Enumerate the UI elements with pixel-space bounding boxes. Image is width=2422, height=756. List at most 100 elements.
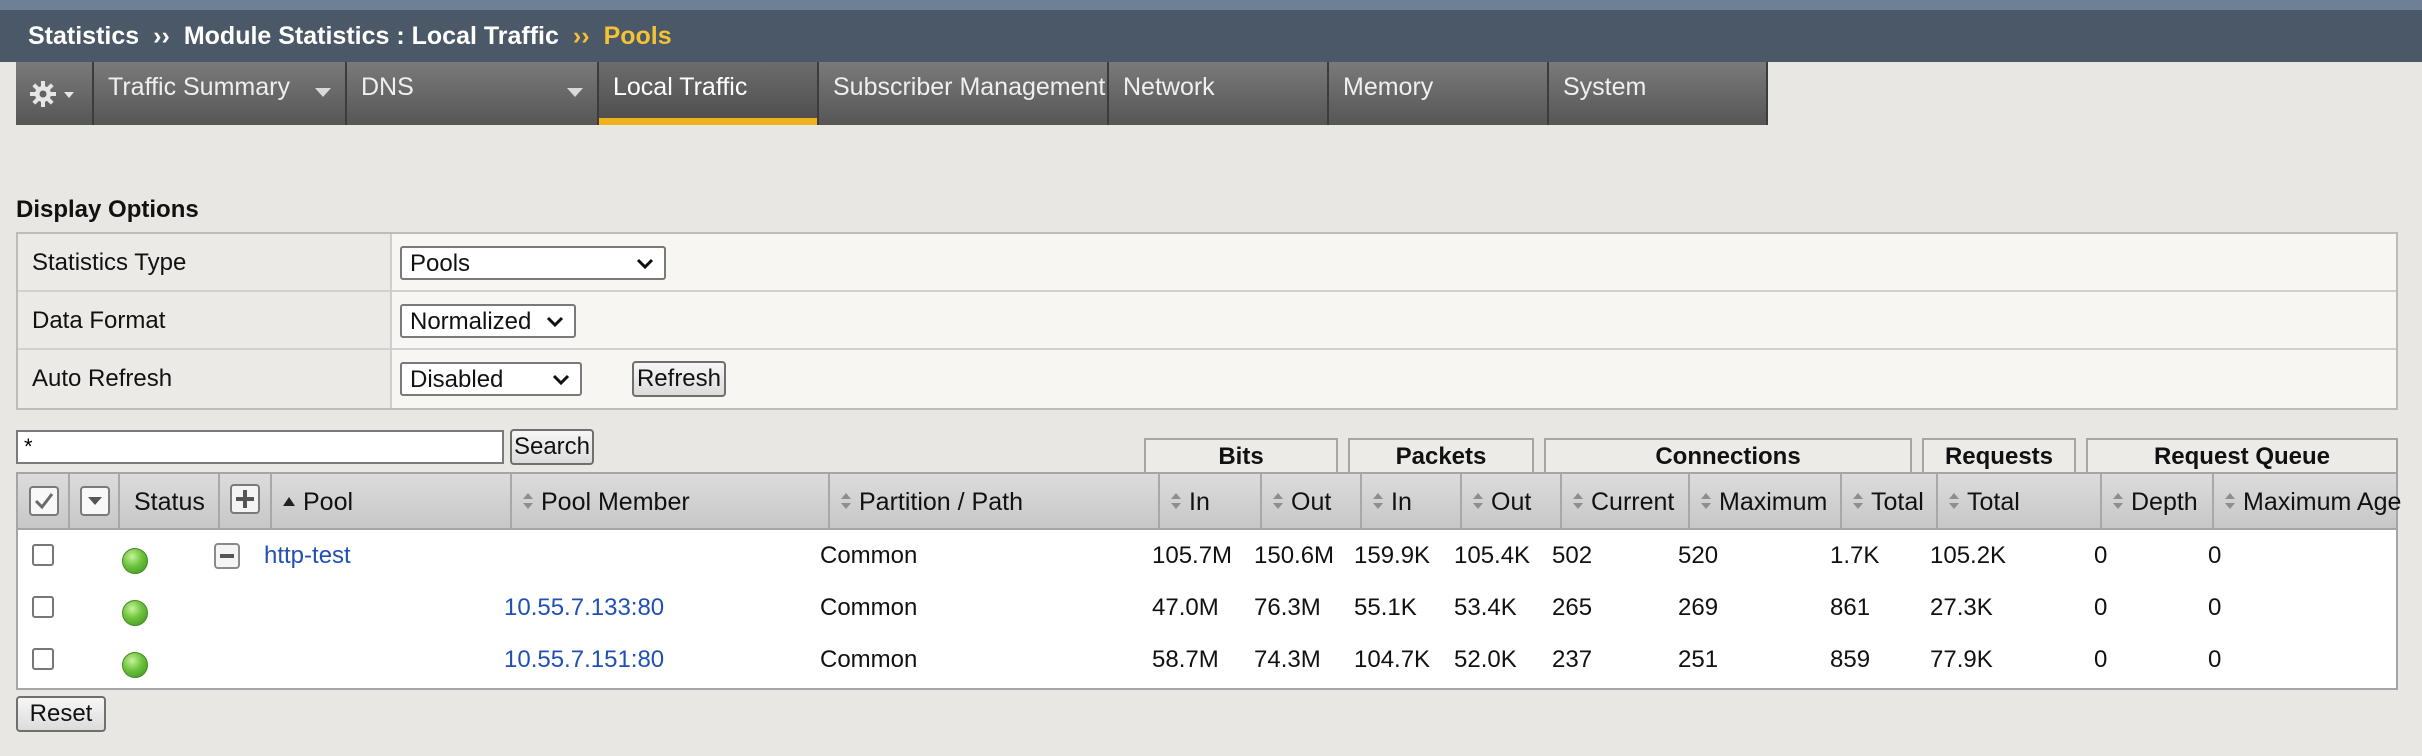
row-checkbox[interactable]	[32, 648, 54, 670]
breadcrumb: Statistics ›› Module Statistics : Local …	[0, 0, 2422, 62]
column-label: Depth	[2131, 488, 2198, 516]
packets-in-cell: 55.1K	[1354, 594, 1417, 621]
statistics-type-select[interactable]: Pools	[400, 246, 666, 280]
queue-depth-cell: 0	[2094, 646, 2108, 673]
breadcrumb-section[interactable]: Module Statistics : Local Traffic	[184, 22, 559, 51]
bits-out-cell: 76.3M	[1254, 594, 1321, 621]
group-header-requests: Requests	[1922, 438, 2076, 472]
tab-bar: Traffic Summary DNS Local Traffic Subscr…	[0, 62, 2422, 125]
group-header-packets: Packets	[1348, 438, 1534, 472]
tab-label: Local Traffic	[613, 73, 748, 101]
partition-cell: Common	[820, 542, 918, 569]
chevron-down-icon[interactable]	[315, 88, 331, 97]
column-partition-path[interactable]: Partition / Path	[830, 474, 1160, 528]
breadcrumb-current: Pools	[603, 21, 672, 50]
column-label: In	[1189, 488, 1210, 516]
connections-current-cell: 502	[1552, 542, 1593, 569]
pool-name-link[interactable]: http-test	[264, 530, 351, 582]
column-packets-out[interactable]: Out	[1462, 474, 1562, 528]
column-bits-in[interactable]: In	[1160, 474, 1262, 528]
auto-refresh-label: Auto Refresh	[18, 350, 392, 408]
data-format-select[interactable]: Normalized	[400, 304, 576, 338]
column-label: In	[1391, 488, 1412, 516]
bits-in-cell: 47.0M	[1152, 594, 1219, 621]
column-pool-member[interactable]: Pool Member	[512, 474, 830, 528]
data-format-row: Data Format Normalized	[18, 292, 2396, 350]
chevron-down-icon	[546, 316, 564, 328]
search-button[interactable]: Search	[510, 429, 594, 465]
tab-traffic-summary[interactable]: Traffic Summary	[94, 62, 347, 125]
column-connections-current[interactable]: Current	[1562, 474, 1690, 528]
tab-label: Traffic Summary	[108, 73, 290, 101]
statistics-type-row: Statistics Type Pools	[18, 234, 2396, 292]
connections-total-cell: 859	[1830, 646, 1871, 673]
column-label: Out	[1491, 488, 1532, 516]
column-queue-depth[interactable]: Depth	[2102, 474, 2214, 528]
sort-icon	[1273, 493, 1283, 510]
select-all-checkbox[interactable]	[29, 486, 59, 516]
tab-system[interactable]: System	[1549, 62, 1768, 125]
column-label: Total	[1871, 488, 1924, 516]
column-connections-total[interactable]: Total	[1842, 474, 1938, 528]
row-checkbox[interactable]	[32, 596, 54, 618]
column-pool[interactable]: Pool	[272, 474, 512, 528]
tab-label: Memory	[1343, 73, 1434, 101]
row-checkbox[interactable]	[32, 544, 54, 566]
gear-icon	[30, 81, 74, 107]
expand-all-header	[220, 474, 272, 528]
column-packets-in[interactable]: In	[1362, 474, 1462, 528]
tab-label: Subscriber Management	[833, 73, 1106, 101]
pool-member-link[interactable]: 10.55.7.151:80	[504, 634, 664, 686]
tab-local-traffic[interactable]: Local Traffic	[599, 62, 819, 125]
bits-out-cell: 74.3M	[1254, 646, 1321, 673]
search-input[interactable]	[16, 430, 504, 464]
filter-dropdown-icon[interactable]	[80, 486, 110, 516]
connections-maximum-cell: 251	[1678, 646, 1719, 673]
expand-all-icon[interactable]	[230, 484, 260, 514]
column-bits-out[interactable]: Out	[1262, 474, 1362, 528]
tab-dns[interactable]: DNS	[347, 62, 599, 125]
connections-current-cell: 265	[1552, 594, 1593, 621]
select-all-header	[18, 474, 70, 528]
refresh-button[interactable]: Refresh	[632, 361, 726, 397]
bits-out-cell: 150.6M	[1254, 542, 1335, 569]
column-label: Maximum Age	[2243, 488, 2402, 516]
status-available-icon	[122, 548, 148, 574]
tab-memory[interactable]: Memory	[1329, 62, 1549, 125]
sort-icon	[2113, 493, 2123, 510]
statistics-type-label: Statistics Type	[18, 234, 392, 290]
reset-button[interactable]: Reset	[16, 696, 106, 732]
column-label: Maximum	[1719, 488, 1828, 516]
column-queue-maximum-age[interactable]: Maximum Age	[2214, 474, 2402, 528]
chevron-down-icon[interactable]	[567, 88, 583, 97]
bits-in-cell: 105.7M	[1152, 542, 1233, 569]
group-header-connections: Connections	[1544, 438, 1912, 472]
table-row: 10.55.7.151:80 Common 58.7M 74.3M 104.7K…	[18, 634, 2396, 686]
collapse-icon[interactable]	[214, 543, 240, 569]
tab-label: System	[1563, 73, 1647, 101]
select-value: Disabled	[410, 366, 504, 393]
column-label: Partition / Path	[859, 488, 1023, 516]
auto-refresh-select[interactable]: Disabled	[400, 362, 582, 396]
pool-member-link[interactable]: 10.55.7.133:80	[504, 582, 664, 634]
bits-in-cell: 58.7M	[1152, 646, 1219, 673]
packets-in-cell: 159.9K	[1354, 542, 1431, 569]
select-value: Normalized	[410, 308, 532, 335]
requests-total-cell: 77.9K	[1930, 646, 1993, 673]
tab-subscriber-management[interactable]: Subscriber Management	[819, 62, 1109, 125]
connections-total-cell: 861	[1830, 594, 1871, 621]
connections-maximum-cell: 520	[1678, 542, 1719, 569]
column-requests-total[interactable]: Total	[1938, 474, 2102, 528]
gear-menu-button[interactable]	[16, 62, 94, 125]
row-filter-header	[70, 474, 120, 528]
queue-depth-cell: 0	[2094, 594, 2108, 621]
select-value: Pools	[410, 250, 471, 277]
packets-in-cell: 104.7K	[1354, 646, 1431, 673]
column-label: Pool	[303, 488, 354, 516]
tab-network[interactable]: Network	[1109, 62, 1329, 125]
table-header: Status Pool Pool Member Partition / Path…	[18, 474, 2402, 530]
breadcrumb-root[interactable]: Statistics	[28, 22, 139, 51]
column-connections-maximum[interactable]: Maximum	[1690, 474, 1842, 528]
status-available-icon	[122, 652, 148, 678]
column-status: Status	[120, 474, 220, 528]
